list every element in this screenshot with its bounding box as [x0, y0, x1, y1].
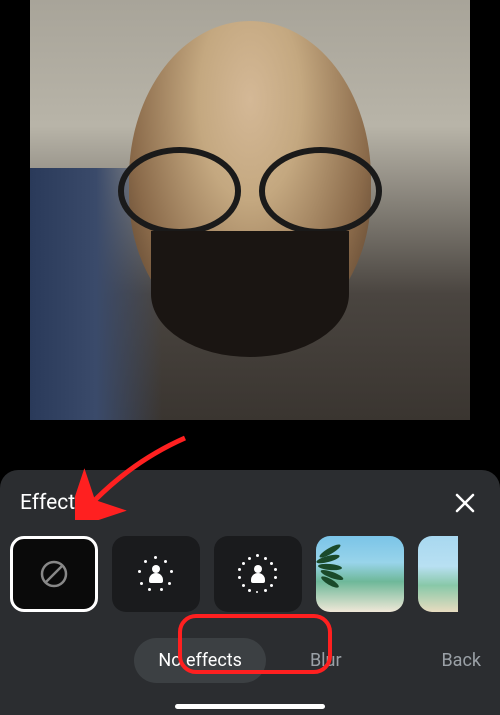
effects-tiles-row[interactable]: [0, 536, 500, 612]
label-backgrounds[interactable]: Back: [417, 638, 500, 683]
home-indicator[interactable]: [175, 704, 325, 709]
camera-feed-placeholder: [30, 0, 470, 420]
effects-panel: Effects: [0, 470, 500, 715]
blur-strong-icon: [238, 554, 278, 594]
label-blur[interactable]: Blur: [286, 638, 366, 683]
effect-tile-blur-light[interactable]: [112, 536, 200, 612]
prohibit-icon: [38, 558, 70, 590]
label-no-effects[interactable]: No effects: [134, 638, 266, 683]
effect-tile-beach-1[interactable]: [316, 536, 404, 612]
video-preview: [30, 0, 470, 420]
panel-header: Effects: [0, 488, 500, 536]
panel-title: Effects: [20, 491, 86, 515]
palm-tree-icon: [318, 544, 348, 594]
effect-tile-blur-strong[interactable]: [214, 536, 302, 612]
close-icon: [454, 492, 476, 514]
effect-labels-row: No effects Blur Back: [0, 612, 500, 683]
effect-tile-no-effects[interactable]: [10, 536, 98, 612]
close-button[interactable]: [450, 488, 480, 518]
blur-light-icon: [136, 554, 176, 594]
effect-tile-beach-2[interactable]: [418, 536, 458, 612]
